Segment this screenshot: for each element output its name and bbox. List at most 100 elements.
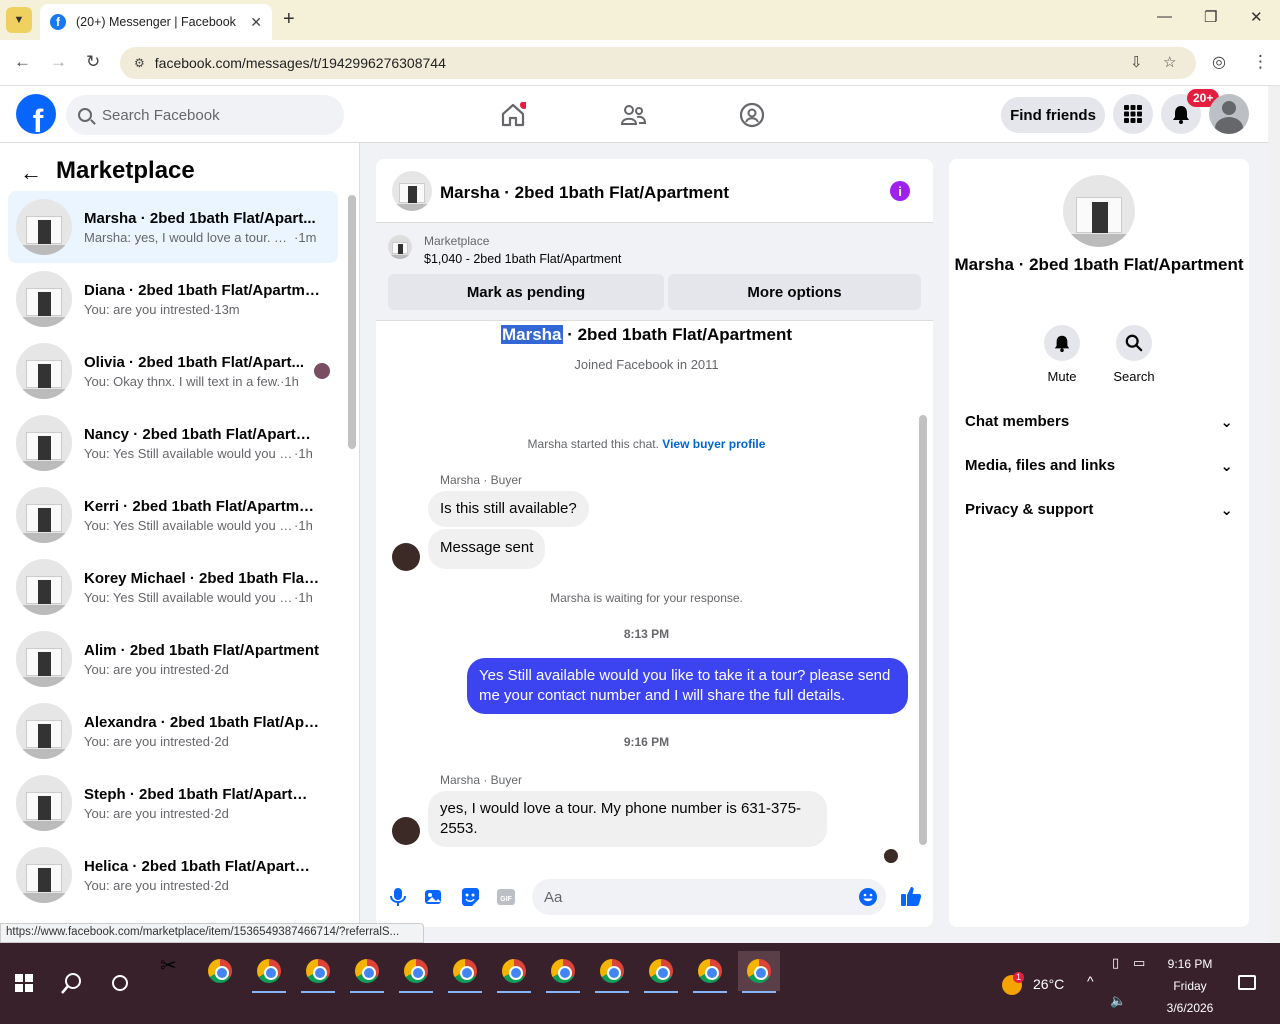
chrome-taskbar-icon[interactable] (248, 951, 290, 993)
notification-center-icon[interactable] (1238, 975, 1256, 990)
thumbs-up-icon[interactable] (900, 885, 922, 907)
chat-started-note: Marsha started this chat. View buyer pro… (376, 437, 917, 451)
grid-icon (1124, 105, 1142, 123)
message-input[interactable]: Aa (532, 879, 886, 915)
friends-icon[interactable] (620, 102, 646, 128)
sender-label: Marsha · Buyer (440, 773, 523, 787)
groups-icon[interactable] (739, 102, 765, 128)
chrome-icon (355, 959, 379, 983)
mark-as-pending-button[interactable]: Mark as pending (388, 274, 664, 310)
incoming-message[interactable]: Message sent (428, 529, 546, 569)
find-friends-button[interactable]: Find friends (1001, 97, 1105, 133)
device-icon[interactable]: ▯ (1112, 955, 1119, 971)
conversation-item[interactable]: Alexandra · 2bed 1bath Flat/Apa... You: a… (8, 695, 338, 767)
cortana-icon[interactable] (112, 975, 128, 991)
chrome-taskbar-icon[interactable] (493, 951, 535, 993)
temperature[interactable]: 26°C (1033, 976, 1064, 992)
omnibox[interactable]: ⚙ facebook.com/messages/t/19429962763087… (120, 47, 1196, 79)
chrome-taskbar-icon[interactable] (395, 951, 437, 993)
chrome-taskbar-icon[interactable] (297, 951, 339, 993)
microphone-icon[interactable] (388, 887, 408, 907)
chat-members-row[interactable]: Chat members ⌄ (965, 413, 1233, 431)
search-icon (1125, 334, 1143, 352)
incoming-message[interactable]: yes, I would love a tour. My phone numbe… (428, 791, 827, 847)
started-text: Marsha started this chat. (527, 437, 659, 451)
close-window-button[interactable]: ✕ (1250, 8, 1263, 26)
view-buyer-profile-link[interactable]: View buyer profile (662, 437, 765, 451)
facebook-favicon-icon: f (50, 14, 66, 30)
listing-small-thumbnail[interactable] (388, 235, 412, 259)
more-options-button[interactable]: More options (668, 274, 921, 310)
snipping-tool-icon[interactable]: ✂ (160, 953, 177, 978)
chrome-taskbar-icon[interactable] (444, 951, 486, 993)
back-button[interactable]: ← (14, 52, 31, 72)
tab-search-button[interactable]: ▼ (6, 7, 32, 33)
chrome-taskbar-icon[interactable] (640, 951, 682, 993)
restore-button[interactable]: ❐ (1204, 8, 1217, 26)
chrome-taskbar-icon[interactable] (346, 951, 388, 993)
chrome-taskbar-icon[interactable] (542, 951, 584, 993)
conversation-item[interactable]: Marsha · 2bed 1bath Flat/Apart... Marsha:… (8, 191, 338, 263)
outgoing-message[interactable]: Yes Still available would you like to ta… (467, 658, 908, 714)
emoji-icon[interactable] (858, 887, 878, 907)
volume-icon[interactable]: 🔈 (1110, 993, 1126, 1009)
listing-thumbnail[interactable] (392, 171, 432, 211)
conversation-item[interactable]: Olivia · 2bed 1bath Flat/Apart... You: Ok… (8, 335, 338, 407)
sticker-icon[interactable] (460, 887, 480, 907)
taskbar-search-icon[interactable] (61, 972, 83, 994)
buyer-avatar[interactable] (392, 543, 420, 571)
site-info-icon[interactable]: ⚙ (134, 56, 145, 70)
bookmark-star-icon[interactable]: ☆ (1163, 53, 1176, 71)
listing-large-thumbnail[interactable] (1063, 175, 1135, 247)
listing-price-title[interactable]: $1,040 - 2bed 1bath Flat/Apartment (424, 252, 621, 266)
mute-action[interactable]: Mute (1032, 325, 1092, 384)
buyer-avatar[interactable] (392, 817, 420, 845)
gif-icon[interactable]: GIF (496, 887, 516, 907)
network-icon[interactable]: ▭ (1133, 955, 1145, 971)
chrome-taskbar-icon[interactable] (689, 951, 731, 993)
info-icon[interactable]: i (890, 181, 910, 201)
incoming-message[interactable]: Is this still available? (428, 491, 589, 527)
conversation-item[interactable]: Alim · 2bed 1bath Flat/Apartment You: are… (8, 623, 338, 695)
chat-scrollbar[interactable] (919, 415, 927, 845)
conversation-item[interactable]: Helica · 2bed 1bath Flat/Apartm... You: a… (8, 839, 338, 911)
chat-window: Marsha · 2bed 1bath Flat/Apartment i Mar… (376, 159, 933, 927)
conversation-preview: You: are you intrested (84, 805, 210, 821)
reload-button[interactable]: ↻ (86, 52, 100, 72)
chat-title[interactable]: Marsha · 2bed 1bath Flat/Apartment (440, 183, 729, 203)
conversation-scrollbar[interactable] (348, 195, 356, 449)
facebook-search-input[interactable]: Search Facebook (66, 95, 344, 135)
media-files-links-row[interactable]: Media, files and links ⌄ (965, 457, 1233, 475)
page-scrollbar[interactable] (1268, 86, 1280, 943)
conversation-item[interactable]: Kerri · 2bed 1bath Flat/Apartment You: Ye… (8, 479, 338, 551)
browser-tab[interactable]: f (20+) Messenger | Facebook ✕ (40, 4, 272, 40)
chevron-down-icon: ⌄ (1220, 414, 1233, 431)
windows-start-icon[interactable] (15, 974, 33, 992)
conversation-preview: You: are you intrested (84, 877, 210, 893)
system-clock[interactable]: 9:16 PM Friday 3/6/2026 (1160, 953, 1220, 1019)
account-avatar[interactable] (1209, 94, 1249, 134)
conversation-item[interactable]: Diana · 2bed 1bath Flat/Apartme... You: a… (8, 263, 338, 335)
search-action[interactable]: Search (1104, 325, 1164, 384)
privacy-support-row[interactable]: Privacy & support ⌄ (965, 501, 1233, 519)
install-app-icon[interactable]: ⇩ (1130, 53, 1143, 71)
browser-menu-icon[interactable]: ⋮ (1252, 52, 1269, 72)
profile-icon[interactable]: ◎ (1212, 52, 1226, 72)
menu-grid-button[interactable] (1113, 94, 1153, 134)
chrome-taskbar-icon[interactable] (591, 951, 633, 993)
photo-icon[interactable] (424, 887, 444, 907)
conversation-item[interactable]: Korey Michael · 2bed 1bath Flat/... You: … (8, 551, 338, 623)
chrome-taskbar-icon[interactable] (199, 951, 241, 991)
close-tab-icon[interactable]: ✕ (250, 14, 262, 31)
home-icon[interactable] (500, 102, 526, 128)
conversation-item[interactable]: Nancy · 2bed 1bath Flat/Apartm... You: Ye… (8, 407, 338, 479)
facebook-logo-icon[interactable]: f (16, 94, 56, 134)
conversation-time: 2d (214, 805, 229, 821)
new-tab-button[interactable]: + (283, 8, 295, 31)
chevron-up-icon[interactable]: ^ (1087, 973, 1094, 989)
minimize-button[interactable]: — (1157, 8, 1172, 25)
chrome-taskbar-icon[interactable] (738, 951, 780, 993)
forward-button[interactable]: → (50, 52, 67, 72)
back-arrow-icon[interactable]: ← (20, 160, 42, 186)
conversation-item[interactable]: Steph · 2bed 1bath Flat/Apartme... You: a… (8, 767, 338, 839)
